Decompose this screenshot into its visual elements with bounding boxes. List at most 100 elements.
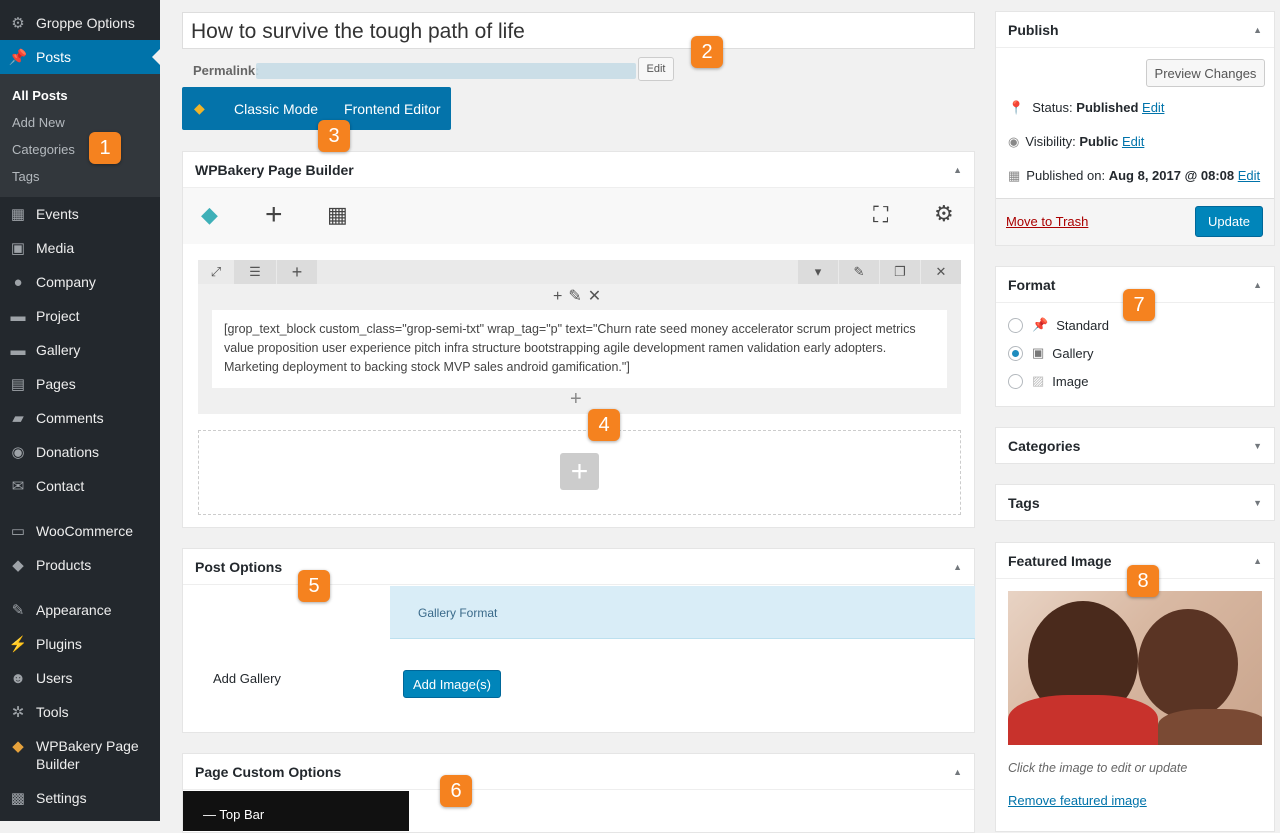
categories-panel[interactable]: Categories ▼ — [995, 427, 1275, 464]
radio-image[interactable] — [1008, 373, 1023, 389]
eye-icon: ◉ — [1008, 134, 1020, 149]
annotation-badge-5: 5 — [298, 570, 330, 602]
permalink-url[interactable] — [256, 63, 636, 79]
collapse-icon[interactable]: ▲ — [1253, 280, 1262, 290]
menu-item-gallery[interactable]: ▬ Gallery — [0, 333, 160, 367]
row-drag-icon[interactable]: ⤢ — [198, 260, 234, 284]
format-option-image[interactable]: ▨ Image — [1008, 373, 1088, 389]
tags-panel[interactable]: Tags ▼ — [995, 484, 1275, 521]
annotation-badge-7: 7 — [1123, 289, 1155, 321]
menu-item-woocommerce[interactable]: ▭ WooCommerce — [0, 514, 160, 548]
format-option-standard[interactable]: 📌 Standard — [1008, 317, 1109, 333]
add-gallery-label: Add Gallery — [213, 671, 281, 686]
row-toggle-icon[interactable]: ▾ — [798, 260, 838, 284]
tab-gallery-format[interactable]: Gallery Format — [390, 586, 975, 639]
page-custom-options-title: Page Custom Options — [195, 763, 342, 780]
menu-item-events[interactable]: ▦ Events — [0, 197, 160, 231]
format-panel: Format ▲ 📌 Standard ▣ Gallery ▨ Image — [995, 266, 1275, 407]
wpbakery-title: WPBakery Page Builder — [195, 161, 354, 178]
move-to-trash-link[interactable]: Move to Trash — [1006, 214, 1088, 229]
status-edit-link[interactable]: Edit — [1142, 100, 1164, 115]
menu-item-products[interactable]: ◆ Products — [0, 548, 160, 582]
menu-item-users[interactable]: ☻ Users — [0, 661, 160, 695]
wpbakery-builder-panel: WPBakery Page Builder ▲ ◆ + ▦ ⛶ ⚙ ⤢ ☰ + ▾… — [182, 151, 975, 528]
radio-standard[interactable] — [1008, 317, 1023, 333]
update-button[interactable]: Update — [1195, 206, 1263, 237]
collapse-icon[interactable]: ▲ — [953, 767, 962, 777]
column-controls[interactable]: +✎✕ — [553, 286, 607, 306]
date-edit-link[interactable]: Edit — [1238, 168, 1260, 183]
pushpin-icon: 📌 — [8, 49, 28, 66]
annotation-badge-3: 3 — [318, 120, 350, 152]
menu-item-wpbakery[interactable]: ◆ WPBakery Page Builder — [0, 732, 160, 778]
annotation-badge-8: 8 — [1127, 565, 1159, 597]
brush-icon: ✎ — [11, 602, 25, 619]
builder-toolbar: ◆ + ▦ ⛶ ⚙ — [183, 188, 974, 244]
status-row: 📍 Status: Published Edit — [1008, 100, 1165, 115]
add-row-button[interactable]: + — [560, 453, 599, 490]
menu-item-contact[interactable]: ✉ Contact — [0, 469, 160, 503]
published-on-row: ▦ Published on: Aug 8, 2017 @ 08:08 Edit — [1008, 168, 1261, 183]
collapse-icon[interactable]: ▲ — [1253, 25, 1262, 35]
menu-item-posts[interactable]: 📌 Posts — [0, 40, 160, 74]
template-layout-icon[interactable]: ▦ — [327, 202, 348, 228]
radio-gallery[interactable] — [1008, 345, 1023, 361]
wpbakery-icon: ◆ — [12, 738, 24, 755]
expand-icon[interactable]: ▼ — [1253, 441, 1262, 451]
visibility-row: ◉ Visibility: Public Edit — [1008, 134, 1145, 149]
settings-gear-icon[interactable]: ⚙ — [934, 201, 954, 227]
menu-item-comments[interactable]: ▰ Comments — [0, 401, 160, 435]
visibility-edit-link[interactable]: Edit — [1122, 134, 1144, 149]
add-element-icon[interactable]: + — [265, 198, 283, 232]
builder-column: +✎✕ [grop_text_block custom_class="grop-… — [198, 284, 961, 414]
menu-item-donations[interactable]: ◉ Donations — [0, 435, 160, 469]
remove-featured-image-link[interactable]: Remove featured image — [1008, 793, 1147, 808]
permalink-edit-button[interactable]: Edit — [638, 57, 674, 81]
expand-icon[interactable]: ▼ — [1253, 498, 1262, 508]
frontend-editor-button[interactable]: Frontend Editor — [344, 101, 441, 117]
row-add-column-icon[interactable]: + — [277, 260, 317, 284]
categories-title: Categories — [1008, 438, 1081, 454]
image-icon: ▨ — [1032, 373, 1045, 388]
format-option-gallery[interactable]: ▣ Gallery — [1008, 345, 1093, 361]
submenu-categories[interactable]: Categories — [12, 142, 75, 157]
builder-mode-bar: ◆ Classic Mode Frontend Editor — [182, 87, 451, 130]
preview-changes-button[interactable]: Preview Changes — [1146, 59, 1265, 87]
collapse-icon[interactable]: ▲ — [953, 165, 962, 175]
menu-item-settings[interactable]: ▩ Settings — [0, 781, 160, 815]
row-layout-icon[interactable]: ☰ — [234, 260, 276, 284]
folder-icon: ▬ — [10, 341, 26, 359]
submenu-add-new[interactable]: Add New — [12, 115, 65, 130]
menu-item-appearance[interactable]: ✎ Appearance — [0, 593, 160, 627]
people-icon: ● — [13, 273, 23, 291]
collapse-icon[interactable]: ▲ — [953, 562, 962, 572]
fullscreen-icon[interactable]: ⛶ — [873, 202, 888, 228]
annotation-badge-6: 6 — [440, 775, 472, 807]
menu-item-media[interactable]: ▣ Media — [0, 231, 160, 265]
post-title-input[interactable]: How to survive the tough path of life — [182, 12, 975, 49]
collapse-icon[interactable]: ▲ — [1253, 556, 1262, 566]
submenu-all-posts[interactable]: All Posts — [12, 88, 68, 103]
publish-actions: Move to Trash Update — [996, 198, 1274, 245]
tab-top-bar[interactable]: — Top Bar — [183, 791, 409, 831]
menu-item-plugins[interactable]: ⚡ Plugins — [0, 627, 160, 661]
add-images-button[interactable]: Add Image(s) — [403, 670, 501, 698]
featured-image[interactable] — [1008, 591, 1262, 745]
menu-item-pages[interactable]: ▤ Pages — [0, 367, 160, 401]
row-clone-icon[interactable]: ❐ — [880, 260, 920, 284]
builder-row: ⤢ ☰ + ▾ ✎ ❐ ✕ +✎✕ [grop_text_block custo… — [198, 260, 961, 414]
menu-item-company[interactable]: ● Company — [0, 265, 160, 299]
text-block-shortcode[interactable]: [grop_text_block custom_class="grop-semi… — [212, 310, 947, 388]
submenu-tags[interactable]: Tags — [12, 169, 39, 184]
row-edit-icon[interactable]: ✎ — [839, 260, 879, 284]
settings-icon: ▩ — [10, 790, 26, 807]
classic-mode-button[interactable]: Classic Mode — [234, 101, 318, 117]
menu-item-groppe-options[interactable]: ⚙ Groppe Options — [0, 6, 160, 40]
row-delete-icon[interactable]: ✕ — [921, 260, 961, 284]
column-add-icon[interactable]: + — [570, 388, 582, 411]
menu-item-tools[interactable]: ✲ Tools — [0, 695, 160, 729]
gallery-icon: ▣ — [1032, 345, 1045, 360]
menu-item-project[interactable]: ▬ Project — [0, 299, 160, 333]
donation-icon: ◉ — [11, 444, 25, 461]
add-row-area: + — [198, 430, 961, 515]
